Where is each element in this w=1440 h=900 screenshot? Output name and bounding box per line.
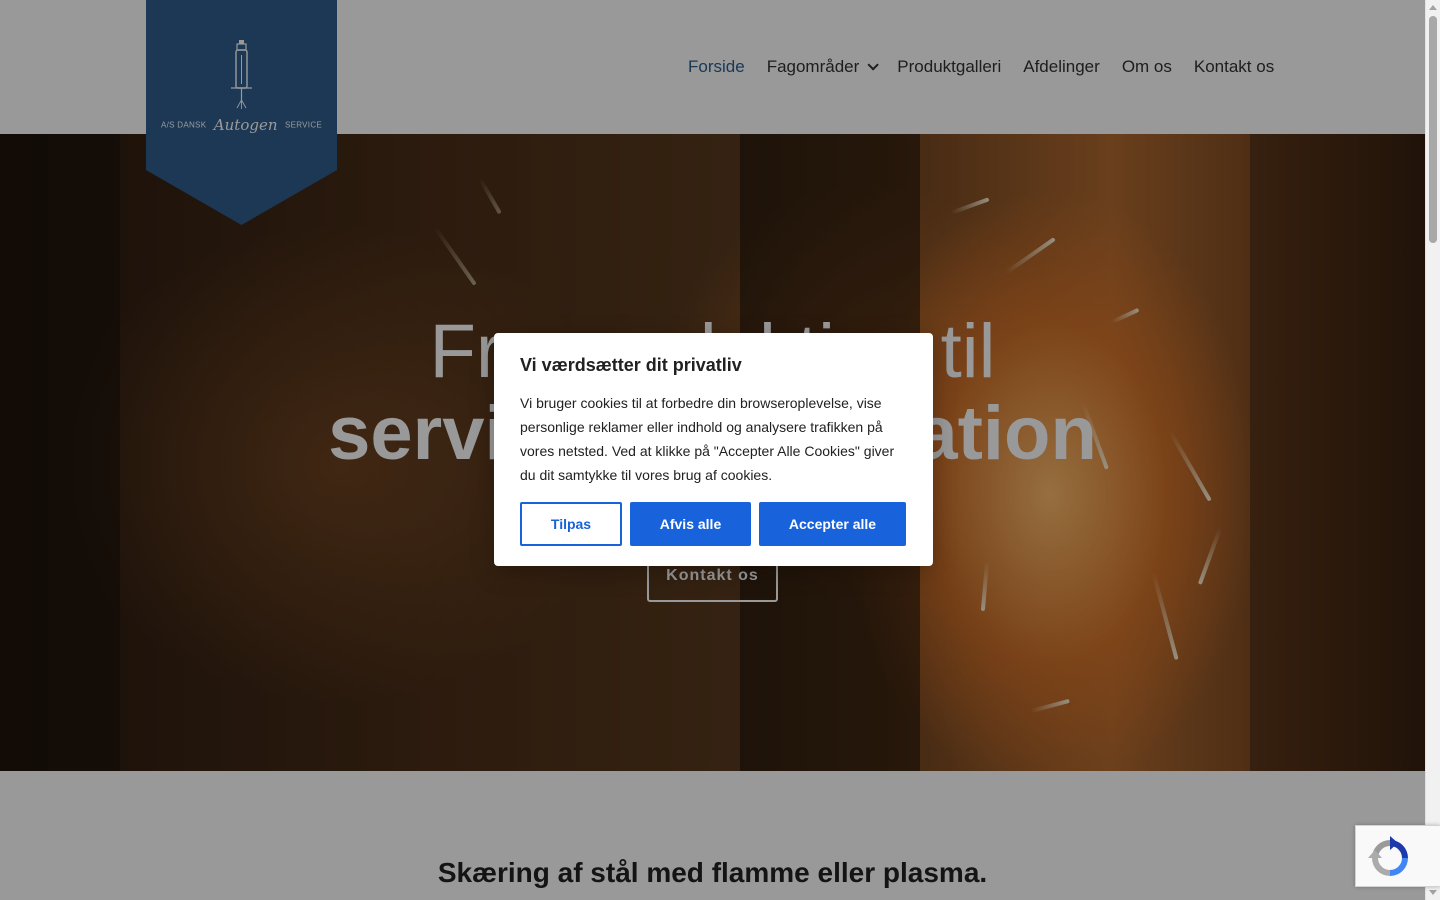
scroll-down-arrow-icon[interactable] (1429, 890, 1437, 895)
recaptcha-badge[interactable] (1355, 825, 1440, 887)
scroll-up-arrow-icon[interactable] (1429, 5, 1437, 10)
cookie-consent-dialog: Vi værdsætter dit privatliv Vi bruger co… (494, 333, 933, 566)
customize-button[interactable]: Tilpas (520, 502, 622, 546)
cookie-dialog-title: Vi værdsætter dit privatliv (520, 355, 742, 375)
recaptcha-icon (1368, 836, 1408, 876)
scrollbar-thumb[interactable] (1429, 16, 1437, 243)
accept-all-button[interactable]: Accepter alle (759, 502, 906, 546)
reject-all-button[interactable]: Afvis alle (630, 502, 751, 546)
cookie-dialog-text: Vi bruger cookies til at forbedre din br… (520, 395, 895, 483)
page-scrollbar[interactable] (1425, 0, 1440, 900)
